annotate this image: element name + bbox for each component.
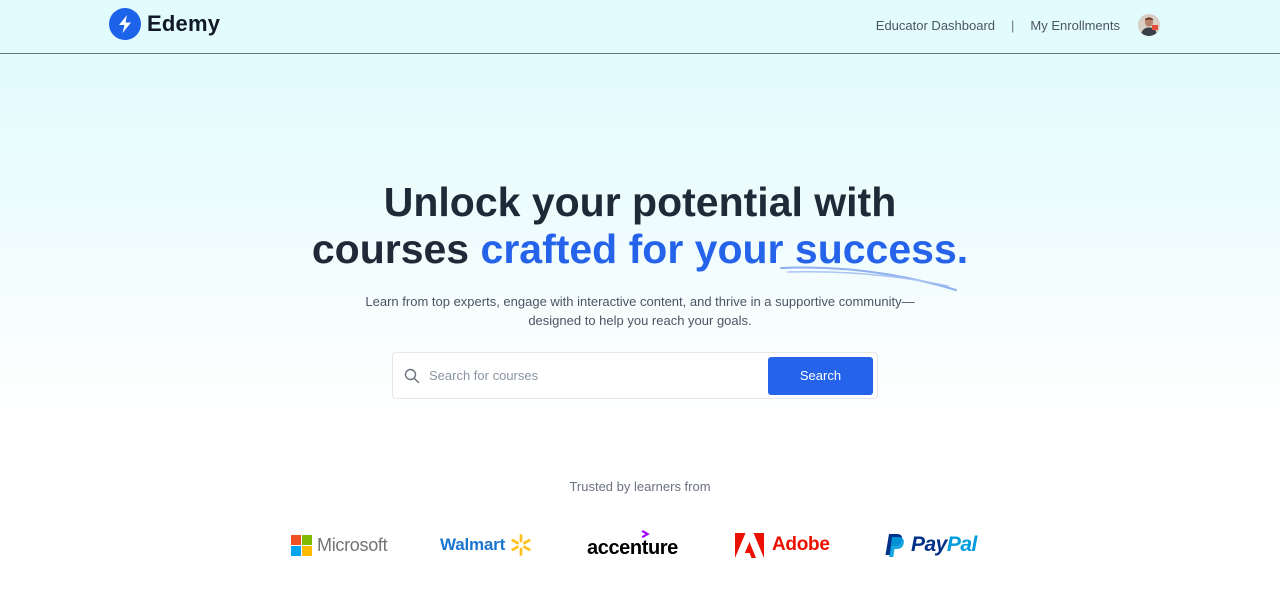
lightning-bolt-icon <box>109 8 141 40</box>
microsoft-windows-icon <box>291 534 312 556</box>
paypal-logo-text: PayPal <box>911 533 977 556</box>
walmart-logo: Walmart <box>440 530 533 560</box>
search-button[interactable]: Search <box>768 356 873 395</box>
hero-subtitle: Learn from top experts, engage with inte… <box>340 292 940 330</box>
search-input[interactable] <box>429 360 768 391</box>
search-icon <box>404 368 420 383</box>
accenture-logo-text: accenture <box>587 537 678 559</box>
nav-actions: Educator Dashboard | My Enrollments <box>876 11 1160 39</box>
navbar: Edemy Educator Dashboard | My Enrollment… <box>0 0 1280 54</box>
educator-dashboard-link[interactable]: Educator Dashboard <box>876 18 995 33</box>
paypal-p-icon <box>885 533 904 557</box>
course-search-bar: Search <box>392 352 878 399</box>
my-enrollments-link[interactable]: My Enrollments <box>1030 18 1120 33</box>
microsoft-logo-text: Microsoft <box>317 534 388 555</box>
adobe-logo-text: Adobe <box>772 534 830 555</box>
adobe-logo: Adobe <box>735 530 830 560</box>
subtitle-line-2: designed to help you reach your goals. <box>528 313 752 328</box>
walmart-spark-icon <box>511 534 531 556</box>
headline-line-1: Unlock your potential with <box>383 179 897 225</box>
headline-line-2-prefix: courses <box>311 226 470 272</box>
adobe-a-icon <box>735 532 764 558</box>
nav-separator: | <box>1011 17 1015 33</box>
walmart-logo-text: Walmart <box>440 535 506 554</box>
microsoft-logo: Microsoft <box>291 530 388 560</box>
brand-logo-link[interactable]: Edemy <box>109 8 220 40</box>
hero-headline: Unlock your potential with courses craft… <box>0 179 1280 273</box>
trusted-by-label: Trusted by learners from <box>569 479 711 494</box>
accenture-logo: accenture <box>587 530 683 560</box>
brand-name: Edemy <box>147 11 221 36</box>
subtitle-line-1: Learn from top experts, engage with inte… <box>365 294 915 309</box>
sketch-underline-icon <box>780 266 957 291</box>
paypal-logo: PayPal <box>884 530 977 560</box>
user-avatar[interactable] <box>1138 14 1160 36</box>
